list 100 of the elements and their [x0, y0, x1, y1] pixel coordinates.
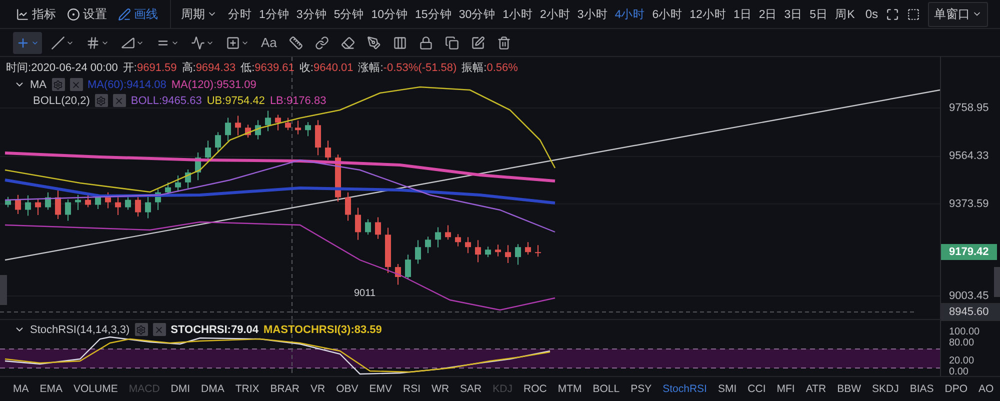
indicator-name: MA — [30, 78, 46, 90]
indicator-tab[interactable]: EMA — [40, 383, 63, 395]
candle — [265, 110, 271, 132]
window-mode-dropdown[interactable]: 单窗口 — [928, 2, 988, 26]
candle — [465, 236, 471, 254]
period-tab[interactable]: 5分钟 — [334, 6, 364, 22]
period-tab[interactable]: 3日 — [784, 6, 803, 22]
indicator-tab[interactable]: EMV — [369, 383, 392, 395]
period-tab[interactable]: 3小时 — [577, 6, 608, 22]
period-tab[interactable]: 分时 — [228, 6, 252, 22]
candle — [405, 254, 411, 280]
candle — [455, 234, 461, 247]
countdown: 0s — [865, 7, 878, 21]
line-icon — [51, 36, 65, 50]
menu-button[interactable]: 画线 — [118, 6, 158, 22]
candle — [145, 194, 151, 219]
candle — [125, 196, 131, 210]
candle — [195, 152, 201, 181]
indicator-tab[interactable]: OBV — [336, 383, 358, 395]
indicator-value: STOCHRSI:79.04 — [170, 324, 258, 336]
candle — [305, 122, 311, 137]
indicator-tab[interactable]: DMI — [170, 383, 190, 395]
period-tab[interactable]: 1分钟 — [259, 6, 290, 22]
indicator-tab[interactable]: BBW — [837, 383, 861, 395]
period-tab[interactable]: 12小时 — [690, 6, 726, 22]
candle — [295, 120, 301, 135]
period-tab[interactable]: 4小时 — [614, 6, 646, 22]
indicator-tab[interactable]: MFI — [776, 383, 795, 395]
indicator-tab[interactable]: DPO — [944, 383, 968, 395]
indicator-tab[interactable]: VOLUME — [74, 383, 118, 395]
candle — [165, 182, 171, 196]
period-tab[interactable]: 1日 — [733, 6, 752, 22]
indicator-tab[interactable]: ATR — [806, 383, 826, 395]
period-tab[interactable]: 5日 — [810, 6, 828, 22]
ohlc-field: 振幅:0.56% — [462, 60, 518, 75]
wave-icon — [191, 36, 205, 50]
candle — [105, 192, 111, 209]
price-tick: 9758.95 — [949, 102, 989, 114]
indicator-tab[interactable]: PSY — [630, 383, 652, 395]
fullscreen-icon[interactable] — [886, 8, 899, 20]
candle — [415, 240, 421, 264]
menu-button[interactable]: 设置 — [67, 6, 107, 22]
indicator-tab[interactable]: MTM — [558, 383, 582, 395]
indicator-tab[interactable]: DMA — [201, 383, 224, 395]
indicator-tab[interactable]: BIAS — [910, 383, 934, 395]
indicator-tab[interactable]: VR — [310, 383, 326, 395]
tool-button[interactable] — [13, 32, 42, 54]
candle — [55, 190, 61, 220]
period-tab[interactable]: 2小时 — [540, 6, 570, 22]
tool-button[interactable]: Aa — [258, 32, 280, 54]
current-price-tag: 9179.42 — [941, 244, 997, 260]
period-tab[interactable]: 10分钟 — [371, 6, 408, 22]
candle — [325, 140, 331, 160]
period-tab[interactable]: 2日 — [758, 6, 778, 22]
ohlc-field: 高:9694.33 — [182, 60, 236, 75]
indicator-tab[interactable]: AO — [978, 383, 994, 395]
candle — [435, 226, 441, 248]
indicator-tab[interactable]: SMI — [718, 383, 737, 395]
copy-icon — [444, 36, 459, 50]
indicator-tab[interactable]: ROC — [523, 383, 547, 395]
menu-button[interactable]: 指标 — [16, 6, 56, 22]
period-dropdown[interactable]: 周期 — [181, 6, 221, 22]
indicator-tab[interactable]: CCI — [748, 383, 766, 395]
indicator-tab[interactable]: BOLL — [592, 383, 620, 395]
eraser-icon — [340, 36, 355, 50]
window-icon[interactable] — [907, 8, 920, 20]
indicator-value: LB:9176.83 — [270, 94, 326, 106]
candle — [255, 120, 261, 140]
candle — [445, 224, 451, 240]
scroll-handle[interactable] — [994, 267, 1000, 297]
period-tab[interactable]: 6小时 — [652, 6, 683, 22]
period-tab[interactable]: 3分钟 — [296, 6, 327, 22]
candle — [215, 132, 221, 152]
indicator-tab[interactable]: SAR — [460, 383, 482, 395]
indicator-tab[interactable]: MA — [13, 383, 29, 395]
indicator-tab[interactable]: WR — [432, 383, 450, 395]
angle-icon — [121, 36, 135, 50]
indicator-tab[interactable]: StochRSI — [662, 383, 707, 395]
price-tick: 9003.45 — [949, 290, 989, 302]
stoch-tick: 100.00 — [949, 326, 980, 338]
candle — [365, 218, 371, 236]
period-tab[interactable]: 1小时 — [502, 6, 534, 22]
period-tab[interactable]: 30分钟 — [458, 6, 496, 22]
candle — [5, 196, 11, 208]
period-tab[interactable]: 15分钟 — [415, 6, 452, 22]
candle — [515, 244, 521, 266]
indicator-name: BOLL(20,2) — [33, 94, 90, 106]
candle — [135, 194, 141, 217]
candle — [475, 240, 481, 263]
ohlc-field: 时间:2020-06-24 00:00 — [6, 60, 118, 75]
indicator-tab[interactable]: SKDJ — [872, 383, 899, 395]
indicator-tab[interactable]: RSI — [403, 383, 421, 395]
candle — [375, 216, 381, 240]
ohlc-field: 低:9639.61 — [240, 60, 294, 75]
candle — [115, 194, 121, 216]
indicator-tab[interactable]: BRAR — [270, 383, 300, 395]
candle — [25, 194, 31, 216]
scroll-handle[interactable] — [0, 275, 7, 305]
period-tab[interactable]: 周K — [835, 6, 855, 22]
indicator-tab[interactable]: TRIX — [235, 383, 260, 395]
